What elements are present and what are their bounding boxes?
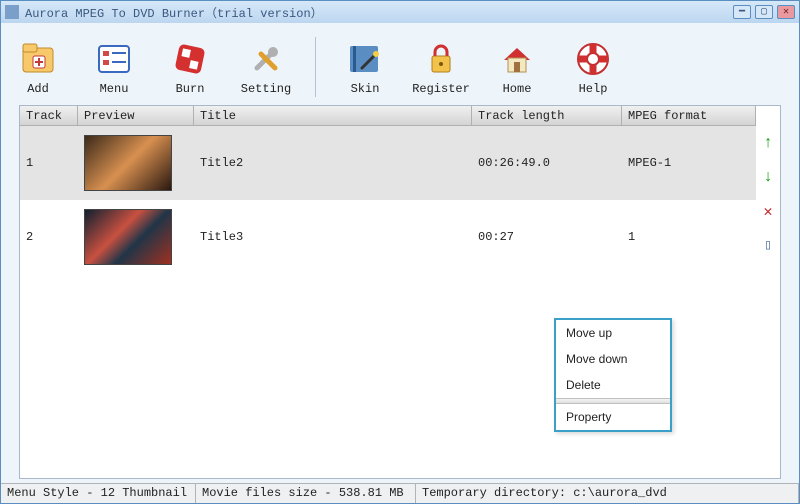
- register-button[interactable]: Register: [412, 38, 470, 96]
- table-body: 1 Title2 00:26:49.0 MPEG-1 2 Title3 00:2…: [20, 126, 756, 478]
- delete-button[interactable]: ✕: [759, 202, 777, 220]
- add-folder-plus-icon: [17, 38, 59, 80]
- menu-list-icon: [93, 38, 135, 80]
- side-controls: ↑ ↓ ✕ ▯: [756, 106, 780, 478]
- skin-wand-icon: [344, 38, 386, 80]
- status-menu-style: Menu Style - 12 Thumbnail: [1, 484, 196, 503]
- status-files-size: Movie files size - 538.81 MB: [196, 484, 416, 503]
- context-menu: Move up Move down Delete Property: [554, 318, 672, 432]
- table-row[interactable]: 1 Title2 00:26:49.0 MPEG-1: [20, 126, 756, 200]
- home-button[interactable]: Home: [488, 38, 546, 96]
- register-label: Register: [412, 82, 470, 96]
- help-button[interactable]: Help: [564, 38, 622, 96]
- context-delete[interactable]: Delete: [556, 372, 670, 398]
- col-length-header[interactable]: Track length: [472, 106, 622, 125]
- context-property[interactable]: Property: [556, 404, 670, 430]
- clip-icon: ▯: [764, 237, 772, 254]
- window-title: Aurora MPEG To DVD Burner（trial version）: [25, 4, 733, 21]
- app-icon: [5, 5, 19, 19]
- close-button[interactable]: ✕: [777, 5, 795, 19]
- cell-format: 1: [622, 200, 756, 274]
- menu-button[interactable]: Menu: [85, 38, 143, 96]
- table-header: Track Preview Title Track length MPEG fo…: [20, 106, 756, 126]
- col-track-header[interactable]: Track: [20, 106, 78, 125]
- setting-tools-icon: [245, 38, 287, 80]
- add-label: Add: [27, 82, 49, 96]
- window-buttons: ━ ▢ ✕: [733, 5, 795, 19]
- setting-button[interactable]: Setting: [237, 38, 295, 96]
- toolbar-separator: [315, 37, 316, 97]
- add-button[interactable]: Add: [9, 38, 67, 96]
- col-title-header[interactable]: Title: [194, 106, 472, 125]
- context-move-up[interactable]: Move up: [556, 320, 670, 346]
- menu-label: Menu: [100, 82, 129, 96]
- preview-thumbnail-icon: [84, 209, 172, 265]
- cell-track: 2: [20, 200, 78, 274]
- main-window: Aurora MPEG To DVD Burner（trial version）…: [0, 0, 800, 504]
- cell-preview: [78, 126, 194, 200]
- track-list: Track Preview Title Track length MPEG fo…: [20, 106, 756, 478]
- help-label: Help: [579, 82, 608, 96]
- home-house-icon: [496, 38, 538, 80]
- cell-length: 00:27: [472, 200, 622, 274]
- cell-title: Title2: [194, 126, 472, 200]
- arrow-down-icon: ↓: [763, 168, 773, 186]
- toolbar: Add Menu Burn Setting Skin: [1, 23, 799, 105]
- content-area: Track Preview Title Track length MPEG fo…: [19, 105, 781, 479]
- delete-x-icon: ✕: [763, 202, 772, 221]
- col-preview-header[interactable]: Preview: [78, 106, 194, 125]
- cell-format: MPEG-1: [622, 126, 756, 200]
- cell-track: 1: [20, 126, 78, 200]
- setting-label: Setting: [241, 82, 291, 96]
- clip-button[interactable]: ▯: [759, 236, 777, 254]
- context-move-down[interactable]: Move down: [556, 346, 670, 372]
- minimize-button[interactable]: ━: [733, 5, 751, 19]
- status-temp-dir: Temporary directory: c:\aurora_dvd: [416, 484, 799, 503]
- move-up-button[interactable]: ↑: [759, 134, 777, 152]
- skin-label: Skin: [351, 82, 380, 96]
- register-lock-icon: [420, 38, 462, 80]
- titlebar: Aurora MPEG To DVD Burner（trial version）…: [1, 1, 799, 23]
- maximize-button[interactable]: ▢: [755, 5, 773, 19]
- cell-preview: [78, 200, 194, 274]
- burn-button[interactable]: Burn: [161, 38, 219, 96]
- cell-length: 00:26:49.0: [472, 126, 622, 200]
- preview-thumbnail-icon: [84, 135, 172, 191]
- skin-button[interactable]: Skin: [336, 38, 394, 96]
- burn-label: Burn: [176, 82, 205, 96]
- burn-disc-icon: [169, 38, 211, 80]
- col-format-header[interactable]: MPEG format: [622, 106, 756, 125]
- cell-title: Title3: [194, 200, 472, 274]
- statusbar: Menu Style - 12 Thumbnail Movie files si…: [1, 483, 799, 503]
- table-row[interactable]: 2 Title3 00:27 1: [20, 200, 756, 274]
- help-lifebuoy-icon: [572, 38, 614, 80]
- home-label: Home: [503, 82, 532, 96]
- arrow-up-icon: ↑: [763, 134, 773, 152]
- move-down-button[interactable]: ↓: [759, 168, 777, 186]
